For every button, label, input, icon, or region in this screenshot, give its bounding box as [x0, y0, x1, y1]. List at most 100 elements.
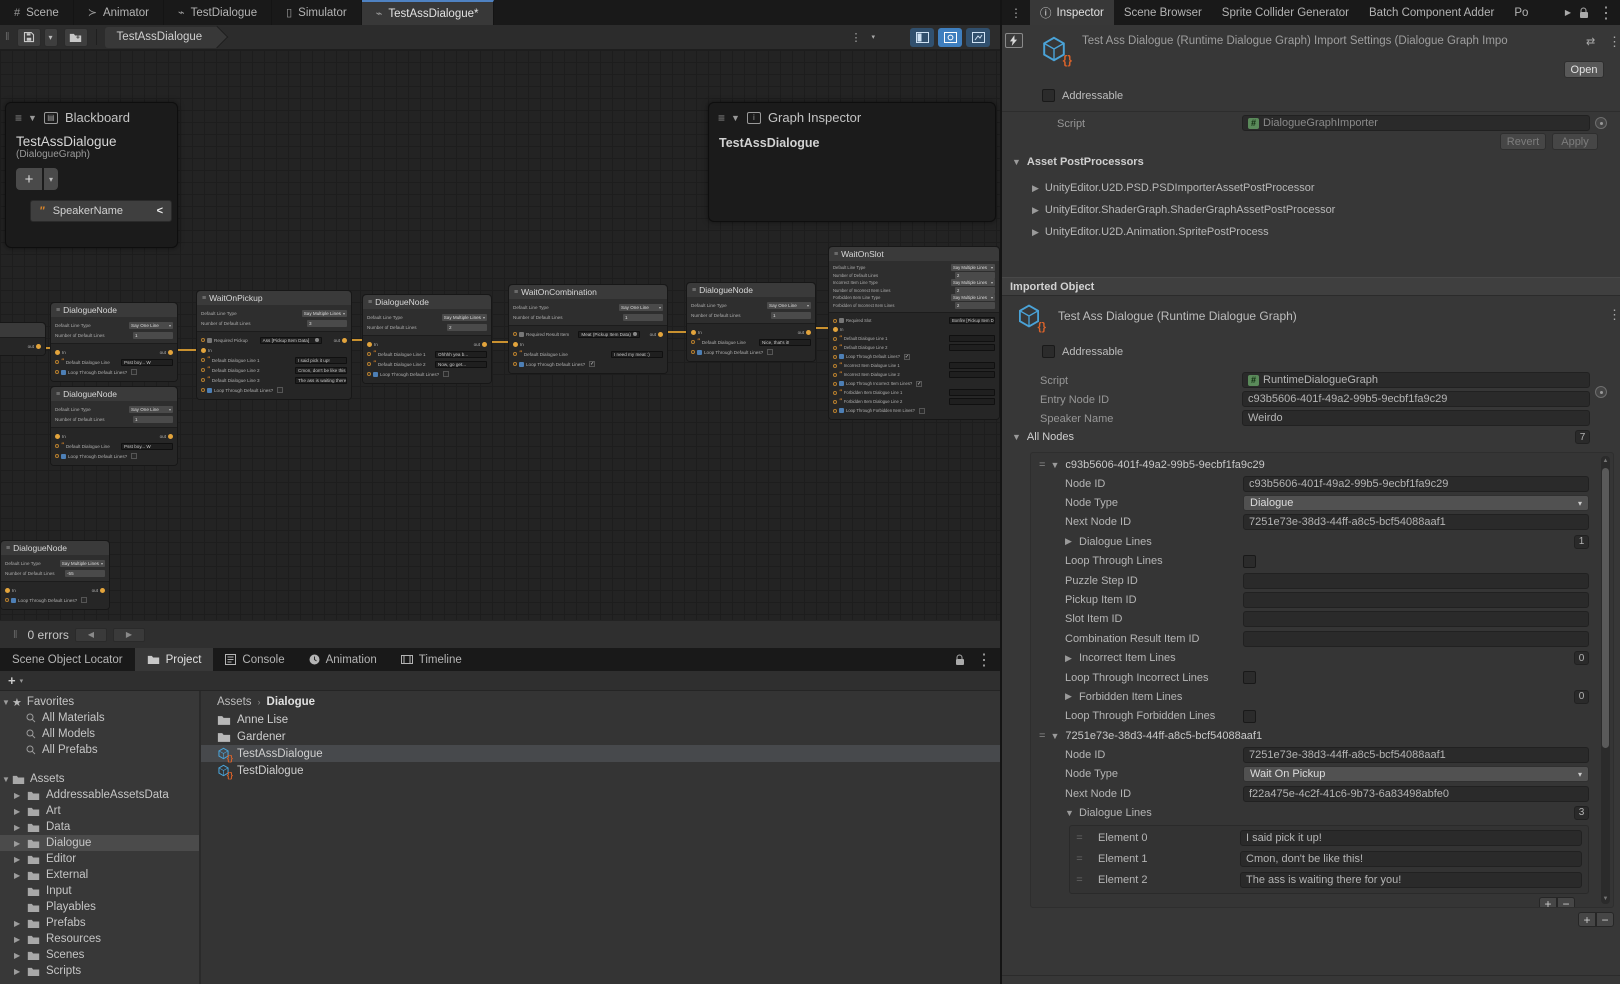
all-nodes-foldout[interactable]: ▼ All Nodes — [1012, 431, 1074, 443]
preview-toggle-button[interactable] — [966, 28, 990, 47]
node-port-row[interactable]: " Default Dialogue Line 2 Now, go get... — [367, 359, 487, 369]
field-port[interactable] — [833, 391, 837, 395]
node-port-row[interactable]: In out — [55, 347, 173, 357]
node-checkbox[interactable] — [277, 387, 283, 393]
node-port-row[interactable]: " Incorrect Item Dialogue Line 2 — [833, 370, 995, 379]
node-port-row[interactable]: " Default Dialogue Line 1 Ohhhh yea b... — [367, 349, 487, 359]
node-field-value[interactable]: 2 — [955, 272, 995, 279]
collapse-arrow-icon[interactable]: ▼ — [731, 113, 740, 123]
field-port[interactable] — [367, 352, 371, 356]
node-port-row[interactable]: Loop Through Default Lines? ✓ — [513, 359, 663, 369]
graph-node[interactable]: ≡ WaitOnPickup Default Line Type Say Mul… — [196, 290, 352, 400]
node-port-row[interactable]: Loop Through Default Lines? — [55, 451, 173, 461]
node-field-value[interactable]: Say One Line▾ — [767, 302, 811, 309]
graph-node[interactable]: ≡ StartNode — [0, 322, 46, 356]
node-port-row[interactable]: " Default Dialogue Line Psst boy... W — [55, 357, 173, 367]
node-port-row[interactable]: Loop Through Default Lines? ✓ — [833, 352, 995, 361]
checkbox[interactable] — [1243, 555, 1256, 568]
project-tree-item[interactable]: ▶ Prefabs — [0, 915, 199, 931]
node-field-value[interactable]: Say Multiple Lines▾ — [302, 310, 347, 317]
input-port[interactable] — [55, 434, 60, 439]
lock-icon[interactable] — [955, 654, 966, 666]
inspector-menu-icon[interactable]: ⋮ — [1598, 3, 1614, 23]
graph-node[interactable]: ≡ DialogueNode Default Line Type Say Mul… — [0, 540, 110, 610]
node-field-value[interactable]: 1 — [771, 312, 811, 319]
graph-node-title[interactable]: ≡ DialogueNode — [1, 541, 109, 555]
node-port-value[interactable] — [949, 398, 995, 405]
text-field[interactable]: 7251e73e-38d3-44ff-a8c5-bcf54088aaf1 — [1243, 514, 1589, 530]
drag-handle-icon[interactable]: = — [1070, 832, 1088, 844]
next-error-button[interactable]: ▶ — [113, 628, 145, 642]
node-checkbox[interactable] — [131, 369, 137, 375]
tab-console[interactable]: Console — [213, 648, 296, 671]
drag-handle-icon[interactable]: = — [1070, 853, 1088, 865]
node-port-row[interactable]: In — [833, 325, 995, 334]
node-checkbox[interactable] — [767, 349, 773, 355]
field-port[interactable] — [55, 454, 59, 458]
graph-node-title[interactable]: ≡ StartNode — [0, 323, 45, 337]
dropdown-field[interactable]: Dialogue▾ — [1243, 495, 1589, 511]
input-port[interactable] — [367, 342, 372, 347]
node-field-value[interactable]: Say Multiple Lines▾ — [951, 294, 995, 301]
presets-icon[interactable]: ⇄ — [1586, 35, 1595, 48]
tab-scene-object-locator[interactable]: Scene Object Locator — [0, 648, 135, 671]
tab-simulator[interactable]: ▯Simulator — [272, 0, 362, 25]
foldout-arrow[interactable]: ▶ — [14, 839, 27, 848]
node-field-value[interactable]: 2 — [955, 302, 995, 309]
add-property-button[interactable]: + — [16, 168, 42, 190]
breadcrumb[interactable]: TestAssDialogue — [105, 27, 217, 48]
graph-node-title[interactable]: ≡ WaitOnCombination — [509, 285, 667, 299]
text-field[interactable] — [1243, 573, 1589, 589]
node-port-row[interactable]: " Default Dialogue Line Psst boy... W — [55, 441, 173, 451]
node-port-row[interactable]: Loop Through Incorrect Item Lines? ✓ — [833, 379, 995, 388]
text-field[interactable]: 7251e73e-38d3-44ff-a8c5-bcf54088aaf1 — [1243, 747, 1589, 763]
addressable-checkbox[interactable] — [1042, 345, 1055, 358]
assets-root-foldout[interactable]: ▼ Assets — [0, 771, 199, 787]
node-port-row[interactable]: In — [201, 345, 347, 355]
node-checkbox[interactable]: ✓ — [589, 361, 595, 367]
foldout-arrow[interactable]: ▶ — [14, 935, 27, 944]
project-tree-item[interactable]: ▶ Resources — [0, 931, 199, 947]
postprocessor-item[interactable]: ▶ UnityEditor.U2D.Animation.SpritePostPr… — [1032, 221, 1602, 243]
graph-node-title[interactable]: ≡ DialogueNode — [687, 283, 815, 297]
field-port[interactable] — [5, 598, 9, 602]
output-port[interactable]: out — [160, 350, 173, 355]
previous-error-button[interactable]: ◀ — [75, 628, 107, 642]
node-field-value[interactable]: 1 — [623, 314, 663, 321]
node-checkbox[interactable] — [81, 597, 87, 603]
node-port-row[interactable]: " Default Dialogue Line I need my meat :… — [513, 349, 663, 359]
graph-node-title[interactable]: ≡ DialogueNode — [51, 303, 177, 317]
tab-scroll-right-icon[interactable]: ▶ — [1565, 8, 1571, 17]
graph-node-title[interactable]: ≡ WaitOnSlot — [829, 247, 999, 261]
foldout-arrow[interactable]: ▶ — [1065, 653, 1079, 664]
project-tree-item[interactable]: ▶ Dialogue — [0, 835, 199, 851]
field-port[interactable] — [833, 355, 837, 359]
node-port-value[interactable] — [949, 344, 995, 351]
foldout-arrow[interactable]: ▶ — [1065, 691, 1079, 702]
node-port-row[interactable]: " Forbidden Item Dialogue Line 2 — [833, 397, 995, 406]
field-port[interactable] — [513, 362, 517, 366]
addressable-checkbox[interactable] — [1042, 89, 1055, 102]
node-port-value[interactable]: I need my meat :) — [611, 351, 663, 358]
object-picker-icon[interactable] — [633, 332, 637, 336]
collapse-arrow-icon[interactable]: ▼ — [28, 113, 37, 123]
graph-node[interactable]: ≡ WaitOnSlot Default Line Type Say Multi… — [828, 246, 1000, 420]
node-field-value[interactable]: 1 — [133, 332, 173, 339]
graph-node-title[interactable]: ≡ DialogueNode — [51, 387, 177, 401]
object-picker-icon[interactable] — [1595, 117, 1607, 129]
node-port-value[interactable]: Bonfire [Pickup Item D — [949, 317, 995, 324]
node-port-value[interactable] — [949, 389, 995, 396]
apply-button[interactable]: Apply — [1552, 133, 1598, 150]
node-field-value[interactable]: Say Multiple Lines▾ — [442, 314, 487, 321]
node-port-row[interactable]: Required Result Item Meat (Pickup Item D… — [513, 329, 663, 339]
field-port[interactable] — [833, 364, 837, 368]
imported-object-kebab-icon[interactable]: ⋮ — [1608, 307, 1620, 323]
inspector-kebab-icon[interactable]: ⋮ — [1002, 0, 1030, 25]
output-port[interactable]: out — [334, 338, 347, 343]
foldout-arrow[interactable]: ▶ — [14, 919, 27, 928]
project-file-item[interactable]: Gardener — [201, 728, 1000, 745]
drag-handle-icon[interactable]: = — [1070, 874, 1088, 886]
node-port-value[interactable] — [949, 371, 995, 378]
graph-node[interactable]: ≡ DialogueNode Default Line Type Say One… — [50, 386, 178, 466]
node-field-value[interactable]: Say One Line▾ — [129, 406, 173, 413]
